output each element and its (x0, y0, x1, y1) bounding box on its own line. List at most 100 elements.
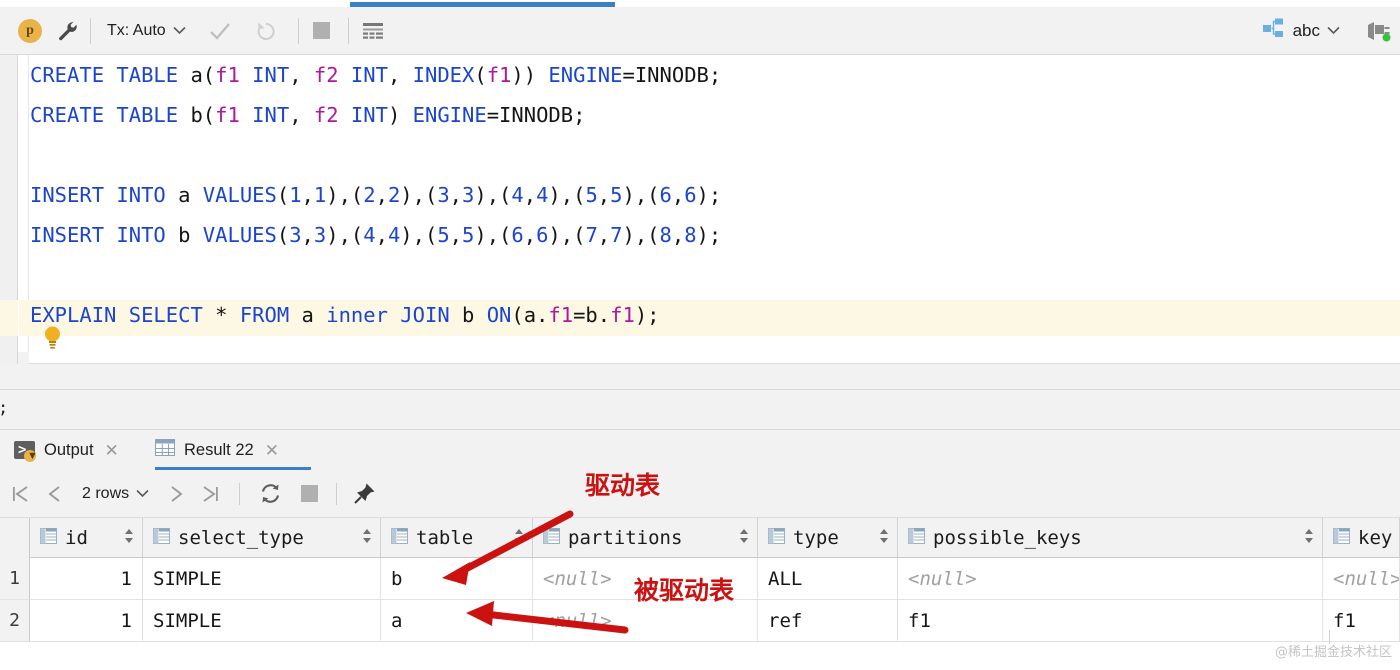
line-insert-a: INSERT INTO a VALUES(1,1),(2,2),(3,3),(4… (30, 175, 721, 215)
code-token: , (289, 103, 314, 127)
cell-value: ref (768, 609, 803, 632)
tab-output[interactable]: > ▼ Output ✕ (14, 430, 119, 470)
column-icon (1333, 528, 1350, 548)
grid-corner-cell[interactable] (0, 518, 30, 558)
code-token: 7 (585, 223, 598, 247)
code-token: a (301, 303, 327, 327)
sort-arrows-icon[interactable] (124, 528, 134, 548)
column-header-key[interactable]: key (1323, 518, 1400, 558)
code-token: 6 (536, 223, 549, 247)
close-tab-icon[interactable]: ✕ (265, 442, 279, 459)
cell-key[interactable]: <null> (1323, 558, 1400, 600)
sort-arrows-icon[interactable] (362, 528, 372, 548)
code-token: * (215, 303, 240, 327)
column-header-partitions[interactable]: partitions (533, 518, 758, 558)
cell-value: f1 (1333, 609, 1356, 632)
cell-id[interactable]: 1 (30, 600, 143, 642)
cell-value: SIMPLE (153, 567, 222, 590)
cell-possible_keys[interactable]: f1 (898, 600, 1323, 642)
schema-selector[interactable]: abc (1262, 7, 1340, 54)
code-token: , (375, 223, 388, 247)
code-token: ),( (474, 183, 512, 207)
code-token: ),( (548, 183, 586, 207)
sort-arrows-icon[interactable] (879, 528, 889, 548)
code-token: , (597, 183, 611, 207)
code-token: ( (276, 183, 290, 207)
result-navigation-toolbar: 2 rows (0, 470, 1400, 518)
code-token: ( (276, 223, 290, 247)
code-token: , (671, 183, 685, 207)
chevron-down-icon (136, 485, 149, 503)
transaction-mode-selector[interactable]: Tx: Auto (101, 7, 186, 54)
sort-arrows-icon[interactable] (1304, 528, 1314, 548)
column-header-id[interactable]: id (30, 518, 143, 558)
pin-tab-icon[interactable] (353, 482, 376, 505)
code-token: f1 (610, 303, 635, 327)
refresh-icon[interactable] (258, 481, 283, 506)
code-token: ),( (400, 183, 438, 207)
column-icon (543, 528, 560, 548)
code-token: 4 (363, 223, 376, 247)
database-connection-icon[interactable] (1366, 7, 1392, 54)
data-editor-icon[interactable] (361, 7, 385, 54)
close-tab-icon[interactable]: ✕ (105, 442, 119, 459)
column-header-type[interactable]: type (758, 518, 898, 558)
code-token: f2 (313, 103, 339, 127)
code-token: INSERT INTO (30, 183, 179, 207)
cell-type[interactable]: ref (758, 600, 898, 642)
row-count-selector[interactable]: 2 rows (82, 485, 149, 503)
code-token: =INNODB; (622, 63, 722, 87)
stop-square-icon[interactable] (301, 485, 319, 502)
tab-result-22[interactable]: Result 22 ✕ (155, 430, 279, 470)
rollback-button[interactable] (254, 7, 278, 54)
code-token: VALUES (202, 183, 277, 207)
chevron-down-icon (1327, 22, 1340, 40)
go-to-first-row-icon[interactable] (10, 483, 32, 505)
go-to-last-row-icon[interactable] (199, 483, 221, 505)
clipped-glyph: ; (0, 398, 8, 418)
schema-tree-icon (1262, 17, 1286, 44)
code-token: CREATE TABLE (30, 63, 191, 87)
wrench-icon[interactable] (56, 7, 80, 54)
cell-table[interactable]: b (381, 558, 533, 600)
code-token: 5 (462, 223, 475, 247)
column-header-label: possible_keys (933, 527, 1082, 549)
cell-possible_keys[interactable]: <null> (898, 558, 1323, 600)
cell-value: ALL (768, 567, 803, 590)
annotation-driving-table: 驱动表 (585, 471, 661, 500)
cell-select_type[interactable]: SIMPLE (143, 558, 381, 600)
row-number[interactable]: 1 (0, 558, 30, 600)
sql-editor[interactable]: CREATE TABLE a(f1 INT, f2 INT, INDEX(f1)… (0, 55, 1400, 386)
column-icon (768, 528, 785, 548)
transaction-mode-label: Tx: Auto (107, 21, 166, 39)
column-header-label: key (1358, 527, 1393, 549)
commit-button[interactable] (208, 7, 232, 54)
table-grid-icon (155, 439, 175, 461)
code-token: )) (511, 63, 549, 87)
row-number[interactable]: 2 (0, 600, 30, 642)
profile-badge[interactable]: p (18, 18, 42, 43)
cell-id[interactable]: 1 (30, 558, 143, 600)
cell-type[interactable]: ALL (758, 558, 898, 600)
column-header-select_type[interactable]: select_type (143, 518, 381, 558)
cell-select_type[interactable]: SIMPLE (143, 600, 381, 642)
code-token: 3 (462, 183, 475, 207)
code-token: EXPLAIN SELECT (30, 303, 216, 327)
cell-value: <null> (543, 567, 612, 590)
cell-key[interactable]: f1 (1323, 600, 1400, 642)
sort-arrows-icon[interactable] (514, 528, 524, 548)
cell-value: a (391, 609, 403, 632)
go-to-previous-row-icon[interactable] (46, 483, 64, 505)
code-token: b (462, 303, 487, 327)
sort-arrows-icon[interactable] (739, 528, 749, 548)
go-to-next-row-icon[interactable] (167, 483, 185, 505)
code-token: ) (387, 103, 413, 127)
column-header-table[interactable]: table (381, 518, 533, 558)
cell-table[interactable]: a (381, 600, 533, 642)
code-token: 8 (659, 223, 672, 247)
code-token: 4 (536, 183, 549, 207)
code-token: 8 (684, 223, 697, 247)
stop-square-icon[interactable] (312, 7, 330, 54)
column-header-possible_keys[interactable]: possible_keys (898, 518, 1323, 558)
code-token: f1 (486, 63, 512, 87)
